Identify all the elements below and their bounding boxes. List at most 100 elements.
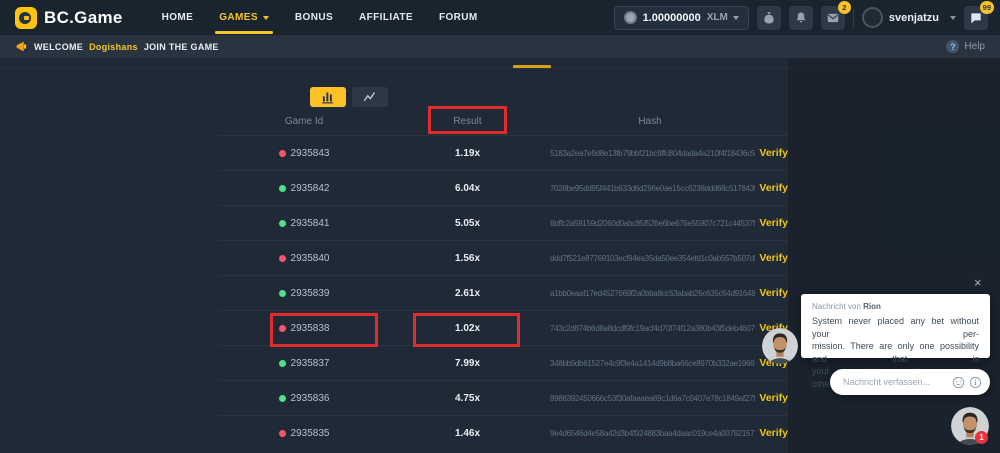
- result-status-dot: [279, 430, 286, 437]
- verify-link[interactable]: Verify: [755, 147, 788, 159]
- table-row: 2935836 4.75x 8988392450666c53f30afaaaea…: [218, 380, 788, 415]
- chat-message-header: Nachricht von Rion: [812, 302, 979, 311]
- result-value: 4.75x: [390, 393, 545, 404]
- chat-message-line: System never placed any bet without your…: [812, 315, 979, 340]
- game-id-cell: 2935842: [218, 183, 390, 194]
- result-value: 6.04x: [390, 183, 545, 194]
- game-id-value: 2935842: [291, 183, 330, 194]
- result-status-dot: [279, 255, 286, 262]
- hash-value: 7028be95dd95f441b633d6d296e0ae15cc6238dd…: [545, 184, 755, 193]
- chat-bubble-icon: [969, 11, 983, 25]
- close-icon[interactable]: ×: [974, 276, 982, 289]
- nav-games[interactable]: GAMES: [206, 0, 282, 35]
- help-label: Help: [964, 41, 985, 52]
- game-id-value: 2935839: [291, 288, 330, 299]
- result-status-dot: [279, 150, 286, 157]
- verify-link[interactable]: Verify: [755, 182, 788, 194]
- table-row: 2935835 1.46x 9e4d6546d4e58a42d3b4f92488…: [218, 415, 788, 450]
- divider: [853, 9, 854, 27]
- bcgame-logo[interactable]: BC.Game: [15, 7, 123, 29]
- coin-icon: [624, 11, 637, 24]
- col-header-hash: Hash: [545, 116, 755, 127]
- wallet-button[interactable]: [757, 6, 781, 30]
- game-id-value: 2935843: [291, 148, 330, 159]
- verify-link[interactable]: Verify: [755, 287, 788, 299]
- result-value: 5.05x: [390, 218, 545, 229]
- hash-value: a1bb0eaaf17ed4527669f2a0bba8cc53abab26c6…: [545, 289, 755, 298]
- verify-link[interactable]: Verify: [755, 217, 788, 229]
- result-value: 7.99x: [390, 358, 545, 369]
- table-row: 2935842 6.04x 7028be95dd95f441b633d6d296…: [218, 170, 788, 205]
- mail-badge: 2: [838, 1, 851, 14]
- result-value: 1.46x: [390, 428, 545, 439]
- emoji-icon[interactable]: [952, 376, 965, 389]
- game-id-value: 2935840: [291, 253, 330, 264]
- chat-sender-avatar: [762, 328, 798, 364]
- result-status-dot: [279, 325, 286, 332]
- game-id-value: 2935841: [291, 218, 330, 229]
- help-link[interactable]: ? Help: [946, 40, 985, 53]
- result-status-dot: [279, 360, 286, 367]
- table-row: 2935839 2.61x a1bb0eaaf17ed4527669f2a0bb…: [218, 275, 788, 310]
- user-menu[interactable]: svenjatzu: [862, 7, 956, 28]
- hash-value: 5183a2ea7e9d8e13fb79bbf21bc9ffc804dada4a…: [545, 149, 755, 158]
- history-view-button[interactable]: [310, 87, 346, 107]
- table-row: 2935837 7.99x 348bb9db61527e4c9f3e4a1414…: [218, 345, 788, 380]
- bcgame-logo-icon: [15, 7, 37, 29]
- game-id-value: 2935836: [291, 393, 330, 404]
- game-id-value: 2935838: [291, 323, 330, 334]
- chat-sender-name: Rion: [863, 302, 881, 311]
- result-status-dot: [279, 185, 286, 192]
- verify-link[interactable]: Verify: [755, 427, 788, 439]
- game-history-table: Game Id Result Hash 2935843 1.19x 5183a2…: [218, 107, 788, 450]
- megaphone-icon: [15, 40, 28, 53]
- hash-value: 9e4d6546d4e58a42d3b4f924883baa4daac019ce…: [545, 429, 755, 438]
- game-id-cell: 2935841: [218, 218, 390, 229]
- notifications-button[interactable]: [789, 6, 813, 30]
- chat-unread-badge: 1: [975, 431, 988, 444]
- nav-bonus[interactable]: BONUS: [282, 0, 346, 35]
- chat-message-line: mission. There are only one possibility …: [812, 340, 979, 365]
- trend-view-button[interactable]: [352, 87, 388, 107]
- header-right: 1.00000000 XLM 2 svenjatzu 99: [614, 6, 988, 30]
- welcome-suffix: JOIN THE GAME: [144, 42, 219, 52]
- table-body: 2935843 1.19x 5183a2ea7e9d8e13fb79bbf21b…: [218, 135, 788, 450]
- logo-text: BC.Game: [44, 8, 123, 28]
- chevron-down-icon: [263, 16, 269, 20]
- verify-link[interactable]: Verify: [755, 392, 788, 404]
- welcome-username: Dogishans: [89, 42, 138, 52]
- table-row: 2935840 1.56x ddd7f521e87769103ecf94ea35…: [218, 240, 788, 275]
- mail-icon: [826, 11, 840, 25]
- wallet-icon: [762, 11, 776, 25]
- trend-chart-icon: [362, 90, 378, 104]
- result-value: 1.56x: [390, 253, 545, 264]
- result-value: 1.02x: [390, 323, 545, 334]
- bell-icon: [794, 11, 808, 25]
- nav-forum[interactable]: FORUM: [426, 0, 491, 35]
- hash-value: 6bffc2a59159d2060d0abc85f526e6be676e5590…: [545, 219, 755, 228]
- chat-message-input[interactable]: [843, 377, 952, 387]
- chat-message-card: Nachricht von Rion System never placed a…: [801, 294, 990, 358]
- active-tab-indicator[interactable]: [513, 65, 551, 68]
- top-header: BC.Game HOME GAMES BONUS AFFILIATE FORUM…: [0, 0, 1000, 35]
- game-id-value: 2935837: [291, 358, 330, 369]
- game-id-cell: 2935836: [218, 393, 390, 404]
- announcement-bar: WELCOME Dogishans JOIN THE GAME ? Help: [0, 35, 1000, 58]
- hash-value: 8988392450666c53f30afaaaea69c1d6a7c0407e…: [545, 394, 755, 403]
- game-id-value: 2935835: [291, 428, 330, 439]
- col-header-result: Result: [390, 116, 545, 127]
- nav-affiliate[interactable]: AFFILIATE: [346, 0, 426, 35]
- messages-button[interactable]: 2: [821, 6, 845, 30]
- chat-button[interactable]: 99: [964, 6, 988, 30]
- col-header-game-id: Game Id: [218, 116, 390, 127]
- verify-link[interactable]: Verify: [755, 252, 788, 264]
- nav-home[interactable]: HOME: [149, 0, 207, 35]
- chevron-down-icon: [950, 16, 956, 20]
- chat-input-bar: [830, 369, 990, 395]
- table-row: 2935838 1.02x 743c2d874b6d8a8dcdf9fc19ac…: [218, 310, 788, 345]
- hash-value: ddd7f521e87769103ecf94ea35da50ee354efd1c…: [545, 254, 755, 263]
- balance-selector[interactable]: 1.00000000 XLM: [614, 6, 749, 30]
- main-nav: HOME GAMES BONUS AFFILIATE FORUM: [149, 0, 491, 35]
- welcome-prefix: WELCOME: [34, 42, 83, 52]
- info-icon[interactable]: [969, 376, 982, 389]
